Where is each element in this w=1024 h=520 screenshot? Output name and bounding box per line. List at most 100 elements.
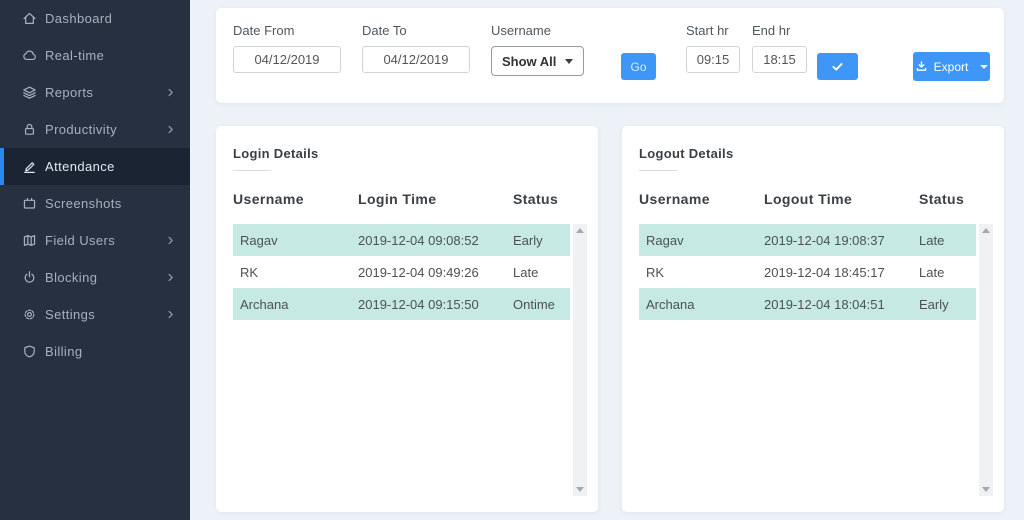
table-row: Ragav2019-12-04 19:08:37Late xyxy=(639,224,976,256)
sidebar-item-label: Settings xyxy=(45,307,95,322)
sidebar-item-label: Dashboard xyxy=(45,11,112,26)
chevron-right-icon xyxy=(165,235,176,246)
pen-icon xyxy=(21,159,37,175)
column-header-time: Logout Time xyxy=(764,191,919,207)
home-icon xyxy=(21,11,37,27)
sidebar-item-label: Productivity xyxy=(45,122,117,137)
sidebar-item-billing[interactable]: Billing xyxy=(0,333,190,370)
table-scroll-area: Ragav2019-12-04 19:08:37LateRK2019-12-04… xyxy=(639,224,993,496)
check-icon xyxy=(831,60,844,73)
column-header-status: Status xyxy=(919,191,987,207)
apply-hours-button[interactable] xyxy=(817,53,858,80)
column-header-time: Login Time xyxy=(358,191,513,207)
table-row: Archana2019-12-04 09:15:50Ontime xyxy=(233,288,570,320)
sidebar-item-field-users[interactable]: Field Users xyxy=(0,222,190,259)
cell-username: Archana xyxy=(240,297,358,312)
date-from-input[interactable] xyxy=(233,46,341,73)
table-header: Username Logout Time Status xyxy=(622,191,1004,207)
sidebar-item-label: Blocking xyxy=(45,270,97,285)
scroll-down-icon[interactable] xyxy=(982,487,990,492)
sidebar-item-reports[interactable]: Reports xyxy=(0,74,190,111)
vertical-scrollbar[interactable] xyxy=(979,224,993,496)
title-divider xyxy=(639,170,677,171)
export-button[interactable]: Export xyxy=(913,52,990,81)
date-from-group: Date From xyxy=(233,23,341,73)
chevron-right-icon xyxy=(165,124,176,135)
table-body: Ragav2019-12-04 09:08:52EarlyRK2019-12-0… xyxy=(233,224,570,496)
sidebar-item-label: Field Users xyxy=(45,233,115,248)
end-hr-label: End hr xyxy=(752,23,807,38)
username-select-value: Show All xyxy=(502,54,556,69)
sidebar-menu: Dashboard Real-time Reports Productivity Att… xyxy=(0,0,190,370)
cell-username: RK xyxy=(240,265,358,280)
export-button-label: Export xyxy=(934,60,969,74)
map-icon xyxy=(21,233,37,249)
cell-time: 2019-12-04 19:08:37 xyxy=(764,233,919,248)
login-details-panel: Login Details Username Login Time Status… xyxy=(216,126,598,512)
chevron-down-icon xyxy=(980,65,988,69)
sidebar-item-screenshots[interactable]: Screenshots xyxy=(0,185,190,222)
table-header: Username Login Time Status xyxy=(216,191,598,207)
username-group: Username Show All xyxy=(491,23,584,76)
cell-username: RK xyxy=(646,265,764,280)
panel-title: Logout Details xyxy=(639,146,987,161)
cell-status: Ontime xyxy=(513,297,570,312)
tv-icon xyxy=(21,196,37,212)
date-from-label: Date From xyxy=(233,23,341,38)
scroll-up-icon[interactable] xyxy=(982,228,990,233)
sidebar-item-label: Reports xyxy=(45,85,93,100)
sidebar-item-real-time[interactable]: Real-time xyxy=(0,37,190,74)
sidebar-item-label: Billing xyxy=(45,344,82,359)
end-hr-group: End hr xyxy=(752,23,807,73)
chevron-right-icon xyxy=(165,272,176,283)
cell-username: Ragav xyxy=(240,233,358,248)
sidebar-item-label: Attendance xyxy=(45,159,115,174)
layers-icon xyxy=(21,85,37,101)
shield-icon xyxy=(21,344,37,360)
column-header-username: Username xyxy=(639,191,764,207)
end-hr-input[interactable] xyxy=(752,46,807,73)
scroll-down-icon[interactable] xyxy=(576,487,584,492)
lock-icon xyxy=(21,122,37,138)
table-row: Archana2019-12-04 18:04:51Early xyxy=(639,288,976,320)
vertical-scrollbar[interactable] xyxy=(573,224,587,496)
sidebar-item-dashboard[interactable]: Dashboard xyxy=(0,0,190,37)
go-button[interactable]: Go xyxy=(621,53,656,80)
cell-username: Ragav xyxy=(646,233,764,248)
date-to-input[interactable] xyxy=(362,46,470,73)
filter-toolbar: Date From Date To Username Show All Go S… xyxy=(216,8,1004,103)
power-icon xyxy=(21,270,37,286)
cell-time: 2019-12-04 09:15:50 xyxy=(358,297,513,312)
column-header-username: Username xyxy=(233,191,358,207)
username-select[interactable]: Show All xyxy=(491,46,584,76)
date-to-group: Date To xyxy=(362,23,470,73)
chevron-right-icon xyxy=(165,309,176,320)
column-header-status: Status xyxy=(513,191,581,207)
sidebar-item-productivity[interactable]: Productivity xyxy=(0,111,190,148)
cell-status: Late xyxy=(919,265,976,280)
start-hr-input[interactable] xyxy=(686,46,740,73)
panel-title: Login Details xyxy=(233,146,581,161)
sidebar: Dashboard Real-time Reports Productivity Att… xyxy=(0,0,190,520)
sidebar-item-attendance[interactable]: Attendance xyxy=(0,148,190,185)
cell-time: 2019-12-04 09:08:52 xyxy=(358,233,513,248)
date-to-label: Date To xyxy=(362,23,470,38)
start-hr-group: Start hr xyxy=(686,23,740,73)
gear-icon xyxy=(21,307,37,323)
cell-time: 2019-12-04 18:04:51 xyxy=(764,297,919,312)
sidebar-item-label: Real-time xyxy=(45,48,104,63)
start-hr-label: Start hr xyxy=(686,23,740,38)
cell-status: Early xyxy=(919,297,976,312)
scroll-up-icon[interactable] xyxy=(576,228,584,233)
cell-time: 2019-12-04 09:49:26 xyxy=(358,265,513,280)
chevron-down-icon xyxy=(565,59,573,64)
username-label: Username xyxy=(491,23,584,38)
table-body: Ragav2019-12-04 19:08:37LateRK2019-12-04… xyxy=(639,224,976,496)
logout-details-panel: Logout Details Username Logout Time Stat… xyxy=(622,126,1004,512)
sidebar-item-blocking[interactable]: Blocking xyxy=(0,259,190,296)
cell-username: Archana xyxy=(646,297,764,312)
sidebar-item-settings[interactable]: Settings xyxy=(0,296,190,333)
cell-status: Late xyxy=(919,233,976,248)
table-row: RK2019-12-04 18:45:17Late xyxy=(639,256,976,288)
cell-time: 2019-12-04 18:45:17 xyxy=(764,265,919,280)
